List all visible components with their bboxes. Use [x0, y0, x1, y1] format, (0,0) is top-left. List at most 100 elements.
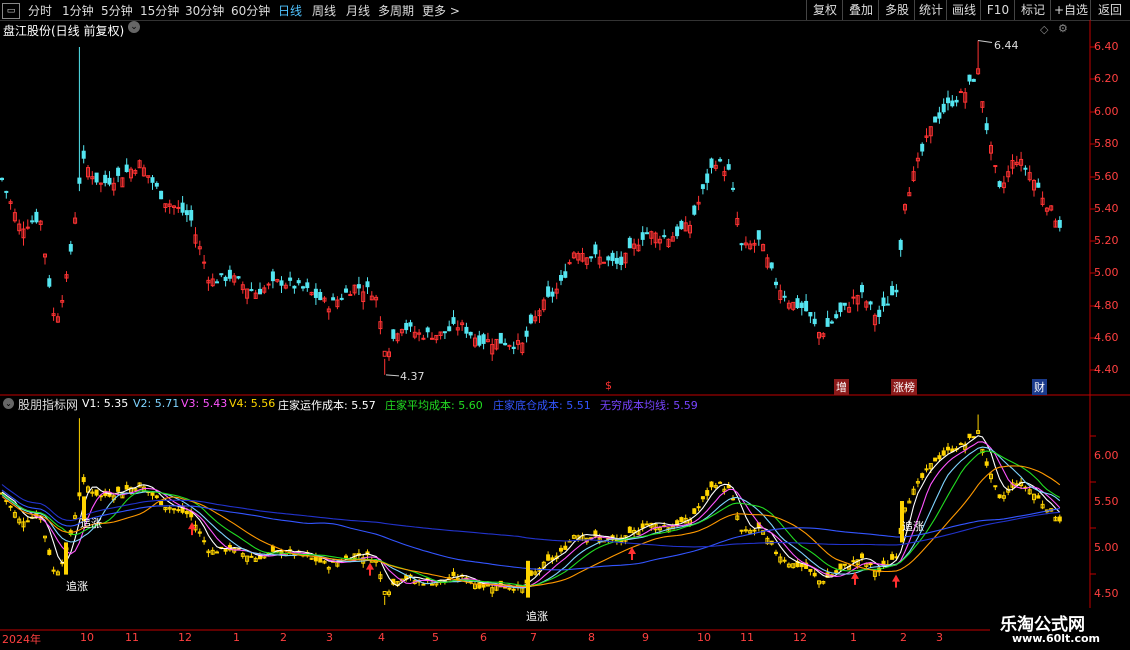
candle-body [77, 177, 82, 184]
indicator-candle-body [47, 549, 52, 555]
back-button[interactable]: 返回 [1090, 0, 1129, 20]
signal-label: 追涨 [66, 580, 88, 593]
indicator-candle-body [258, 555, 262, 560]
event-marker-dollar[interactable]: $ [603, 379, 614, 392]
candle-body [404, 322, 409, 331]
period-weekly[interactable]: 周线 [312, 2, 336, 19]
candle-body [503, 342, 508, 346]
candle-body [1023, 167, 1028, 170]
kline-chart-canvas[interactable] [0, 20, 1130, 650]
candle-body [731, 187, 735, 190]
event-marker-limitup[interactable]: 涨榜 [891, 379, 917, 395]
candle-body [679, 220, 684, 230]
candle-body [124, 164, 129, 173]
candle-body [451, 317, 456, 324]
top-toolbar: ▭ 分时 1分钟 5分钟 15分钟 30分钟 60分钟 日线 周线 月线 多周期… [0, 0, 1130, 21]
candle-body [47, 278, 52, 287]
indicator-collapse-icon[interactable]: ⌄ [3, 398, 14, 409]
stats-button[interactable]: 统计 [914, 0, 947, 20]
menu-icon[interactable]: ▭ [2, 3, 20, 19]
candle-body [941, 103, 946, 113]
candle-body [718, 159, 723, 162]
candle-body [481, 334, 486, 344]
indicator-candle-body [223, 548, 228, 552]
fuquan-button[interactable]: 复权 [806, 0, 843, 20]
candle-body [769, 262, 774, 269]
price-tick: 6.00 [1094, 105, 1119, 118]
low-price-label: 4.37 [400, 370, 425, 383]
price-tick: 4.40 [1094, 363, 1119, 376]
period-15min[interactable]: 15分钟 [140, 2, 179, 19]
time-axis-label: 11 [125, 631, 139, 644]
f10-button[interactable]: F10 [980, 0, 1015, 20]
candle-body [258, 288, 262, 295]
candle-body [898, 239, 903, 250]
period-daily[interactable]: 日线 [278, 2, 302, 19]
diamond-icon[interactable]: ◇ [1040, 23, 1048, 36]
indicator-candle-body [997, 494, 1002, 499]
event-marker-increase[interactable]: 增 [834, 379, 849, 395]
indicator-candle-body [507, 587, 512, 590]
candle-body [468, 331, 473, 336]
signal-label: 追涨 [526, 610, 548, 623]
multistock-button[interactable]: 多股 [878, 0, 915, 20]
indicator-candle-body [731, 498, 735, 501]
indicator-candle-body [150, 492, 155, 496]
period-60min[interactable]: 60分钟 [231, 2, 270, 19]
settings-icon[interactable]: ⚙ [1058, 22, 1068, 35]
add-watchlist-button[interactable]: +自选 [1050, 0, 1091, 20]
indicator-v1: V1: 5.35 [82, 397, 129, 410]
time-axis-label: 4 [378, 631, 385, 644]
period-5min[interactable]: 5分钟 [101, 2, 133, 19]
candle-body [344, 288, 348, 293]
candle-body [1036, 182, 1041, 188]
candle-body [464, 326, 469, 334]
candle-body [0, 177, 4, 181]
candle-body [292, 285, 297, 289]
candle-body [507, 344, 512, 347]
candle-body [954, 99, 959, 103]
indicator-candle-body [860, 553, 864, 559]
candle-body [81, 150, 86, 159]
time-axis-label: 11 [740, 631, 754, 644]
candle-body [782, 295, 787, 298]
candle-body [150, 177, 155, 183]
period-fenshi[interactable]: 分时 [28, 2, 52, 19]
candle-body [30, 220, 35, 223]
draw-button[interactable]: 画线 [946, 0, 981, 20]
candle-body [971, 78, 976, 82]
indicator-name[interactable]: 股朋指标网 [18, 396, 78, 413]
period-1min[interactable]: 1分钟 [62, 2, 94, 19]
candle-body [619, 256, 624, 265]
indicator-candle-body [941, 450, 946, 456]
period-more[interactable]: 更多 > [422, 2, 460, 19]
event-marker-finance[interactable]: 财 [1032, 379, 1047, 395]
indicator-candle-body [430, 583, 434, 586]
indicator-candle-body [868, 562, 873, 566]
indicator-candle-body [202, 540, 207, 543]
indicator-candle-body [993, 485, 998, 488]
time-axis-label: 8 [588, 631, 595, 644]
mark-button[interactable]: 标记 [1014, 0, 1051, 20]
time-axis-label: 10 [697, 631, 711, 644]
candle-body [834, 314, 839, 319]
period-monthly[interactable]: 月线 [346, 2, 370, 19]
indicator-candle-body [511, 588, 516, 591]
watermark-url: www.60lt.com [1012, 632, 1101, 645]
price-tick: 5.40 [1094, 202, 1119, 215]
candle-body [851, 296, 856, 299]
indicator-candle-body [154, 495, 159, 498]
chevron-down-icon[interactable]: ⌄ [128, 21, 140, 33]
indicator-candle-body [774, 551, 778, 555]
candle-body [804, 300, 809, 312]
period-multi[interactable]: 多周期 [378, 2, 414, 19]
indicator-candle-body [546, 554, 551, 561]
overlay-button[interactable]: 叠加 [842, 0, 879, 20]
indicator-candle-body [477, 582, 482, 589]
candle-body [421, 337, 426, 340]
candle-body [305, 282, 310, 289]
indicator-candle-body [344, 555, 348, 559]
candle-body [236, 276, 241, 279]
period-30min[interactable]: 30分钟 [185, 2, 224, 19]
candle-body [808, 312, 813, 317]
